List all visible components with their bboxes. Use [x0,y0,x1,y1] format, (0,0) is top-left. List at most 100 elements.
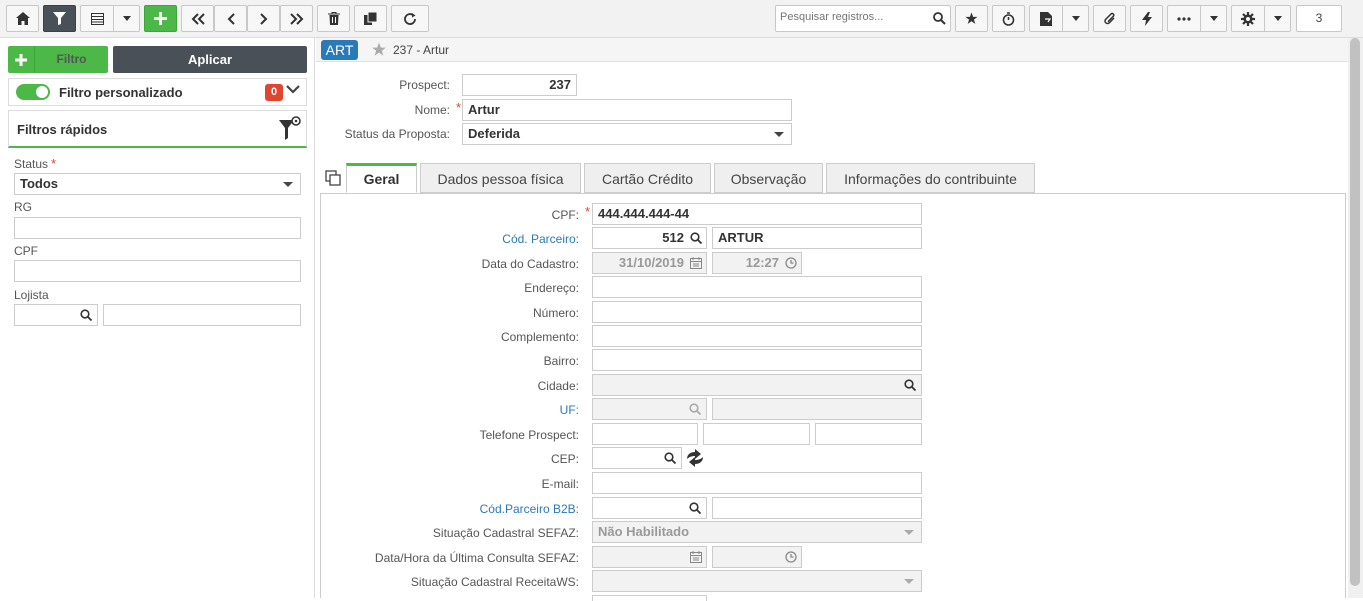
clock-icon [785,257,797,269]
filter-count-badge: 0 [265,84,283,101]
timer-button[interactable] [992,5,1025,32]
custom-filter-toggle[interactable] [16,84,50,100]
cod-parceiro-b2b-field[interactable] [592,497,707,519]
cpf-field[interactable]: 444.444.444-44 [592,203,922,225]
chevron-down-icon[interactable] [286,85,300,95]
cep-field[interactable] [592,447,682,469]
top-toolbar: 3 [0,0,1363,38]
last-record-button[interactable] [280,5,313,32]
refresh-button[interactable] [391,5,429,32]
data-cadastro-date-field: 31/10/2019 [592,252,707,274]
search-icon[interactable] [80,309,92,321]
search-icon[interactable] [664,452,676,464]
partial-field[interactable] [592,595,707,601]
caret-down-icon [1071,16,1080,21]
settings-dropdown[interactable] [1264,5,1291,32]
uf-name-field [712,398,922,420]
telefone-field-3[interactable] [815,423,922,445]
tab-dados-pessoa-fisica[interactable]: Dados pessoa física [420,163,581,193]
cidade-field[interactable] [592,374,922,396]
trash-icon [327,12,340,25]
filter-panel: Filtro Aplicar Filtro personalizado 0 Fi… [0,38,315,598]
cod-parceiro-name-field[interactable]: ARTUR [712,227,922,249]
cod-parceiro-b2b-name-field[interactable] [712,497,922,519]
complemento-label: Complemento: [500,330,579,344]
telefone-field-1[interactable] [592,423,698,445]
caret-down-icon [1273,16,1282,21]
cod-parceiro-b2b-label[interactable]: Cód.Parceiro B2B: [416,502,579,516]
entity-badge: ART [321,40,358,60]
rg-filter-label: RG [14,200,32,214]
actions-button[interactable] [1130,5,1163,32]
tab-informacoes-contribuinte[interactable]: Informações do contribuinte [826,163,1035,193]
cod-parceiro-field[interactable]: 512 [592,227,707,249]
tab-geral[interactable]: Geral [346,163,417,193]
next-record-button[interactable] [247,5,280,32]
vertical-scrollbar[interactable] [1348,38,1363,598]
search-input[interactable] [780,11,930,23]
filter-icon [53,12,66,25]
more-dropdown[interactable] [1200,5,1227,32]
situacao-receitaws-select [592,570,922,592]
report-dropdown[interactable] [1062,5,1089,32]
search-icon[interactable] [933,12,946,25]
data-sefaz-field [592,546,707,568]
uf-label[interactable]: UF: [436,403,579,417]
attachment-button[interactable] [1093,5,1126,32]
custom-filter-label: Filtro personalizado [59,85,183,100]
filter-toggle-button[interactable] [43,5,76,32]
endereco-field[interactable] [592,276,922,298]
search-icon[interactable] [904,379,916,391]
first-record-button[interactable] [181,5,214,32]
previous-record-button[interactable] [214,5,247,32]
complemento-field[interactable] [592,325,922,347]
cod-parceiro-label[interactable]: Cód. Parceiro: [436,232,579,246]
scrollbar-thumb[interactable] [1350,38,1360,586]
lojista-code-input[interactable] [14,304,98,326]
chevron-left-icon [227,12,235,25]
home-button[interactable] [6,5,39,32]
duplicate-button[interactable] [354,5,387,32]
record-form: ART 237 - Artur Prospect: 237 Nome: * Ar… [316,38,1348,601]
telefone-label: Telefone Prospect: [479,428,579,442]
custom-filter-row: Filtro personalizado 0 [8,78,307,106]
nome-field[interactable]: Artur [462,99,792,121]
star-icon[interactable] [371,42,387,57]
status-proposta-select[interactable]: Deferida [462,123,792,145]
more-button[interactable] [1167,5,1200,32]
tab-observacao[interactable]: Observação [714,163,823,193]
numero-field[interactable] [592,301,922,323]
delete-button[interactable] [317,5,350,32]
status-filter-select[interactable]: Todos [14,173,301,195]
paperclip-icon [1104,12,1115,24]
refresh-icon [404,12,416,25]
view-mode-dropdown[interactable] [113,5,140,32]
tab-cartao-credito[interactable]: Cartão Crédito [584,163,711,193]
rg-filter-input[interactable] [14,217,301,239]
new-filter-button[interactable]: Filtro [8,46,108,73]
settings-button[interactable] [1231,5,1264,32]
quick-filters-title: Filtros rápidos [17,122,108,137]
data-cadastro-time-field: 12:27 [712,252,802,274]
gear-icon [1241,11,1255,26]
apply-filter-button[interactable]: Aplicar [113,46,307,73]
favorite-button[interactable] [955,5,988,32]
copy-icon[interactable] [325,170,341,186]
bairro-field[interactable] [592,349,922,371]
search-box[interactable] [775,5,951,32]
search-icon[interactable] [689,502,701,514]
telefone-field-2[interactable] [703,423,810,445]
filter-settings-icon[interactable] [278,116,302,142]
prospect-field[interactable]: 237 [462,74,577,96]
add-button[interactable] [144,5,177,32]
stopwatch-icon [1002,11,1015,26]
email-field[interactable] [592,472,922,494]
cep-lookup-icon[interactable] [685,449,705,467]
status-proposta-label: Status da Proposta: [344,127,450,141]
search-icon[interactable] [690,232,702,244]
report-button[interactable] [1029,5,1062,32]
cpf-filter-input[interactable] [14,260,301,282]
prospect-label: Prospect: [399,78,450,92]
view-mode-button[interactable] [80,5,113,32]
lojista-name-input[interactable] [103,304,301,326]
